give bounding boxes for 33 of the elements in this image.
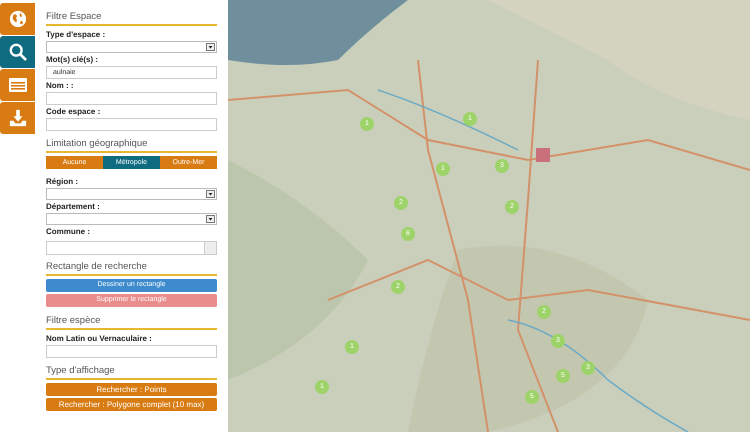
field-label: Mot(s) clé(s) : — [46, 55, 99, 65]
caret-icon — [206, 215, 215, 223]
field-label: Région : — [46, 177, 79, 187]
field-label: Nom Latin ou Vernaculaire : — [46, 334, 153, 344]
search-icon — [8, 43, 26, 61]
caret-icon — [206, 190, 215, 198]
select-field[interactable] — [46, 188, 217, 200]
side-tab[interactable] — [0, 36, 35, 68]
section-title: Rectangle de recherche — [46, 261, 217, 276]
field-label: Type d'espace : — [46, 30, 106, 40]
field-label: Commune : — [46, 227, 91, 237]
section-title: Filtre espèce — [46, 315, 217, 330]
side-tab[interactable] — [0, 3, 35, 35]
input-field[interactable] — [46, 345, 217, 358]
section-title: Limitation géographique — [46, 138, 217, 153]
field-label: Département : — [46, 202, 101, 212]
side-tab[interactable] — [0, 102, 35, 134]
input-field[interactable] — [46, 118, 217, 131]
download-icon — [8, 109, 26, 127]
input-field[interactable] — [46, 92, 217, 105]
globe-icon — [8, 10, 26, 28]
action-button[interactable]: Rechercher : Points — [46, 383, 217, 396]
section-title: Type d'affichage — [46, 365, 217, 380]
action-button[interactable]: Rechercher : Polygone complet (10 max) — [46, 398, 217, 411]
select-field[interactable] — [46, 213, 217, 225]
section-title: Filtre Espace — [46, 11, 217, 26]
side-tab[interactable] — [0, 69, 35, 101]
list-icon — [8, 77, 28, 93]
field-label: Code espace : — [46, 107, 102, 117]
field-label: Nom : : — [46, 81, 75, 91]
combo-field[interactable] — [46, 241, 217, 255]
caret-icon — [206, 43, 215, 51]
select-field[interactable] — [46, 41, 217, 53]
